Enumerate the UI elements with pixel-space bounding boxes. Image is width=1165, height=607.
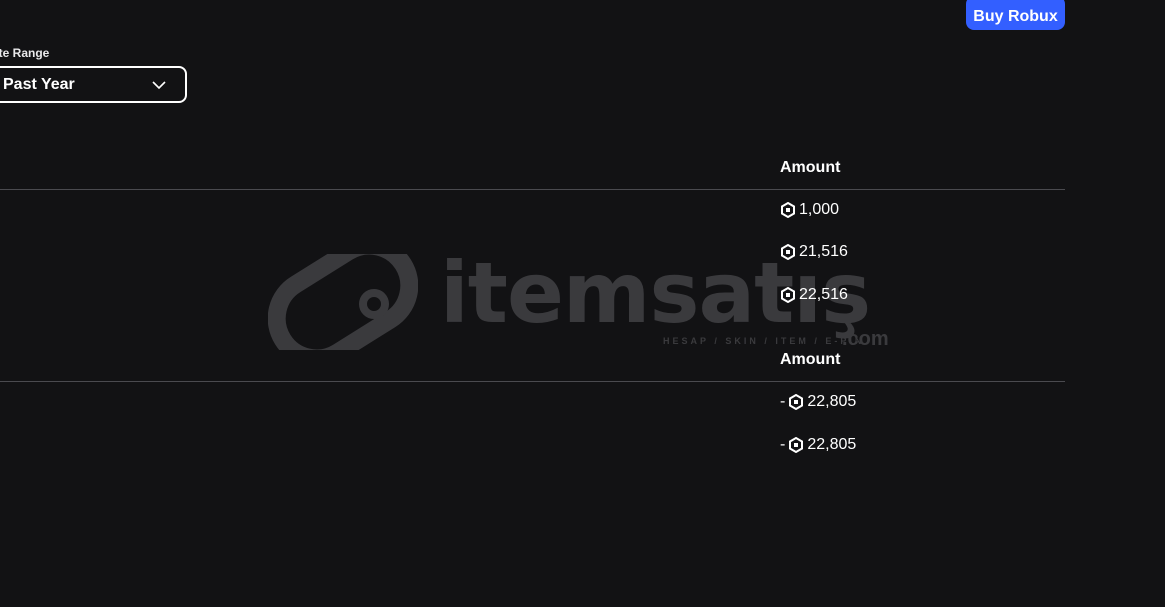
amount-value: 22,516 [799, 286, 848, 303]
table-row-amount: 1,000 [780, 200, 839, 220]
watermark-tagline: HESAP / SKIN / ITEM / E-PIN [663, 336, 865, 346]
negative-sign: - [780, 393, 786, 410]
amount-column-header: Amount [780, 351, 841, 368]
date-range-select[interactable]: Past Year [0, 66, 187, 103]
buy-robux-button[interactable]: Buy Robux [966, 0, 1065, 30]
amount-value: 21,516 [799, 243, 848, 260]
chevron-down-icon [152, 81, 166, 90]
robux-icon [789, 394, 804, 410]
amount-column-header: Amount [780, 159, 841, 176]
amount-value: 1,000 [799, 201, 840, 218]
table-divider [0, 381, 1065, 382]
date-range-value: Past Year [3, 76, 75, 93]
amount-value: 22,805 [807, 393, 857, 410]
table-row-amount: 21,516 [780, 242, 848, 262]
date-range-label: ate Range [0, 46, 50, 60]
robux-icon [789, 437, 804, 453]
robux-icon [781, 202, 795, 218]
robux-icon [781, 244, 795, 260]
table-divider [0, 189, 1065, 190]
table-row-amount: - 22,805 [780, 435, 856, 455]
watermark-logo-icon [268, 254, 418, 350]
negative-sign: - [780, 436, 786, 453]
watermark-suffix: .com [842, 328, 889, 350]
table-row-amount: - 22,805 [780, 392, 856, 412]
table-row-amount: 22,516 [780, 285, 848, 305]
robux-icon [781, 287, 795, 303]
amount-value: 22,805 [807, 436, 857, 453]
